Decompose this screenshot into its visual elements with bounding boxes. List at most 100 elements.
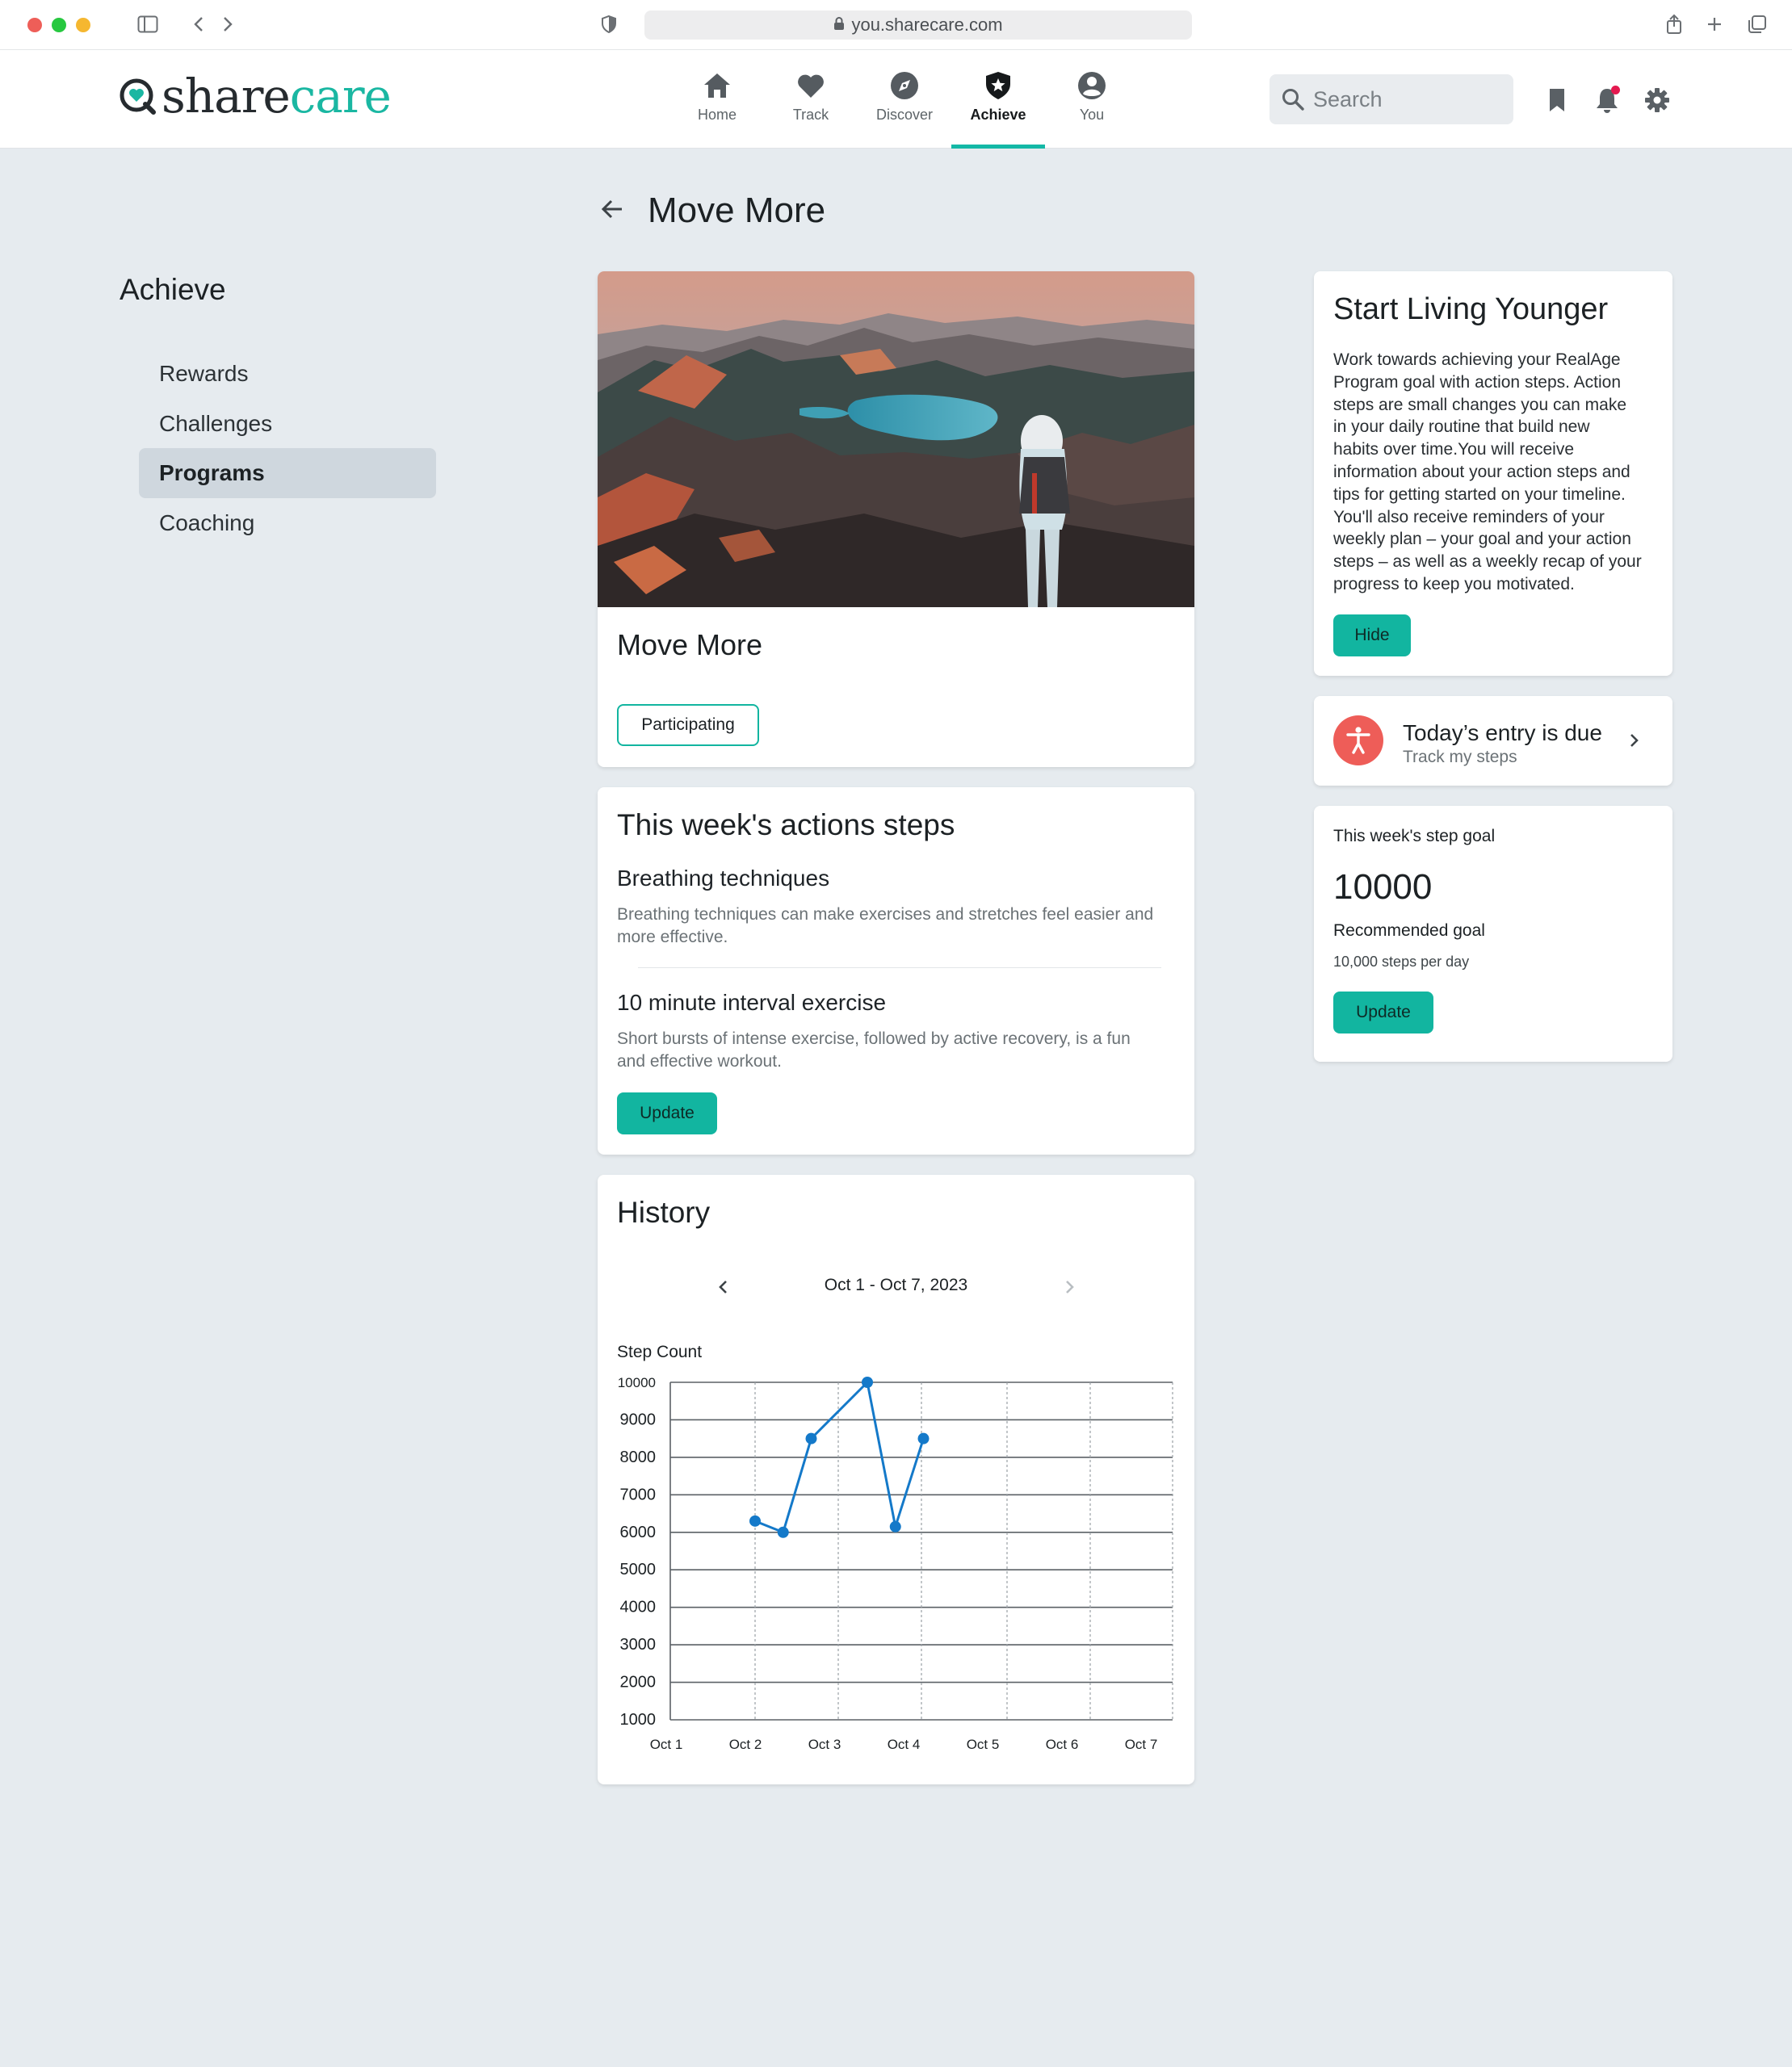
step-goal-card: This week's step goal 10000 Recommended … (1314, 806, 1672, 1062)
chart-x-tick-label: Oct 2 (729, 1737, 762, 1752)
intro-body-line: Program goal with action steps. Action (1333, 372, 1622, 392)
heart-icon (798, 74, 824, 98)
intro-body-line: information about your action steps and (1333, 462, 1630, 481)
privacy-shield-icon[interactable] (599, 11, 619, 37)
sidebar-item-label: Challenges (159, 411, 273, 436)
participating-status-button[interactable]: Participating (617, 704, 759, 746)
search-placeholder: Search (1313, 86, 1383, 111)
tab-overview-icon[interactable] (1744, 11, 1770, 37)
step-goal-value: 10000 (1333, 867, 1433, 907)
program-card: Move More Participating (598, 271, 1194, 767)
entry-due-card[interactable]: Today’s entry is due Track my steps (1314, 696, 1672, 786)
action-steps-title: This week's actions steps (617, 808, 955, 841)
chart-data-point (777, 1526, 789, 1538)
user-circle-icon (1078, 72, 1106, 99)
close-window-button[interactable] (27, 18, 42, 32)
chart-y-tick-label: 5000 (620, 1561, 657, 1579)
chart-y-tick-label: 3000 (620, 1636, 657, 1654)
sidebar-item-rewards[interactable]: Rewards (139, 349, 436, 399)
chart-y-tick-label: 7000 (620, 1486, 657, 1503)
intro-body: Work towards achieving your RealAge Prog… (1333, 349, 1663, 596)
sidebar-title: Achieve (120, 273, 226, 306)
minimize-window-button[interactable] (52, 18, 66, 32)
action-step-desc-line: Breathing techniques can make exercises … (617, 905, 1154, 924)
address-bar[interactable]: you.sharecare.com (644, 10, 1192, 40)
notification-bell-icon[interactable] (1593, 86, 1622, 115)
chart-data-point (749, 1515, 761, 1527)
notification-dot (1611, 86, 1620, 94)
step-count-chart: 10000 9000 8000 7000 6000 5000 4000 3000 2000 100… (618, 1375, 1173, 1752)
site-header: sharecare Home Track Discover Achieve Yo… (0, 50, 1792, 149)
action-step-title: 10 minute interval exercise (617, 990, 887, 1015)
recommended-goal-label: Recommended goal (1333, 921, 1485, 940)
sidebar-item-programs[interactable]: Programs (139, 448, 436, 498)
shield-star-icon (986, 72, 1010, 99)
step-goal-label: This week's step goal (1333, 827, 1496, 845)
nav-track[interactable]: Track (764, 50, 858, 149)
search-input[interactable]: Search (1270, 74, 1513, 124)
sidebar-item-challenges[interactable]: Challenges (139, 399, 436, 449)
forward-nav-icon[interactable] (218, 11, 237, 37)
history-card: History Oct 1 - Oct 7, 2023 Step Count 1… (598, 1175, 1194, 1784)
chart-y-tick-label: 9000 (620, 1411, 657, 1428)
chart-y-tick-label: 2000 (620, 1674, 657, 1692)
entry-due-title: Today’s entry is due (1403, 720, 1602, 745)
back-arrow-icon[interactable] (598, 194, 628, 224)
logo-mark-icon (120, 78, 156, 115)
chart-y-tick-label: 8000 (620, 1449, 657, 1466)
chart-x-tick-label: Oct 4 (888, 1737, 921, 1752)
entry-due-subtitle: Track my steps (1403, 748, 1517, 766)
search-icon (1282, 89, 1304, 111)
sidebar-item-label: Programs (159, 460, 265, 485)
intro-body-line: steps – as well as a weekly recap of you… (1333, 552, 1642, 572)
action-step-desc: Breathing techniques can make exercises … (617, 904, 1182, 949)
intro-body-line: tips for getting started on your timelin… (1333, 484, 1626, 504)
gear-icon[interactable] (1643, 86, 1672, 115)
action-steps-card: This week's actions steps Breathing tech… (598, 787, 1194, 1155)
nav-label: Discover (875, 107, 933, 123)
main-nav: Home Track Discover Achieve You (670, 50, 1139, 149)
back-nav-icon[interactable] (189, 11, 208, 37)
chart-x-tick-label: Oct 3 (808, 1737, 841, 1752)
start-living-younger-card: Start Living Younger Work towards achiev… (1314, 271, 1672, 676)
action-step-desc-line: more effective. (617, 928, 728, 946)
intro-body-line: in your daily routine that build new (1333, 417, 1590, 437)
nav-achieve[interactable]: Achieve (951, 50, 1045, 149)
chart-x-tick-label: Oct 1 (650, 1737, 683, 1752)
hide-button[interactable]: Hide (1333, 614, 1411, 656)
lock-icon (833, 15, 845, 36)
program-hero-image (598, 271, 1194, 607)
logo-text-share: share (162, 69, 291, 124)
divider (638, 967, 1161, 968)
new-tab-icon[interactable] (1702, 11, 1727, 37)
bookmark-icon[interactable] (1542, 86, 1572, 115)
intro-body-line: steps are small changes you can make (1333, 395, 1627, 414)
chart-x-tick-label: Oct 7 (1125, 1737, 1158, 1752)
action-step-title: Breathing techniques (617, 866, 830, 891)
action-step-desc-line: and effective workout. (617, 1052, 782, 1071)
sidebar-toggle-icon[interactable] (134, 11, 162, 37)
update-goal-button[interactable]: Update (1333, 992, 1433, 1034)
zoom-window-button[interactable] (76, 18, 90, 32)
chart-y-tick-label: 4000 (620, 1599, 657, 1616)
update-action-steps-button[interactable]: Update (617, 1092, 717, 1134)
sidebar-item-label: Coaching (159, 510, 255, 535)
nav-you[interactable]: You (1045, 50, 1139, 149)
chart-data-point (889, 1520, 901, 1532)
program-title: Move More (617, 628, 763, 661)
chart-y-tick-label: 10000 (618, 1375, 656, 1390)
intro-body-line: weekly plan – your goal and your action (1333, 530, 1631, 549)
chart-x-tick-label: Oct 5 (967, 1737, 1000, 1752)
accessibility-person-icon (1333, 715, 1383, 765)
url-text: you.sharecare.com (851, 15, 1003, 35)
share-icon[interactable] (1662, 11, 1686, 37)
compass-icon (891, 72, 918, 99)
intro-body-line: habits over time.You will receive (1333, 440, 1575, 459)
nav-home[interactable]: Home (670, 50, 764, 149)
chart-x-tick-label: Oct 6 (1046, 1737, 1079, 1752)
nav-discover[interactable]: Discover (858, 50, 951, 149)
sidebar-item-coaching[interactable]: Coaching (139, 498, 436, 548)
chart-data-point (917, 1432, 930, 1444)
sharecare-logo[interactable]: sharecare (118, 73, 392, 119)
chart-y-tick-label: 1000 (620, 1711, 657, 1729)
